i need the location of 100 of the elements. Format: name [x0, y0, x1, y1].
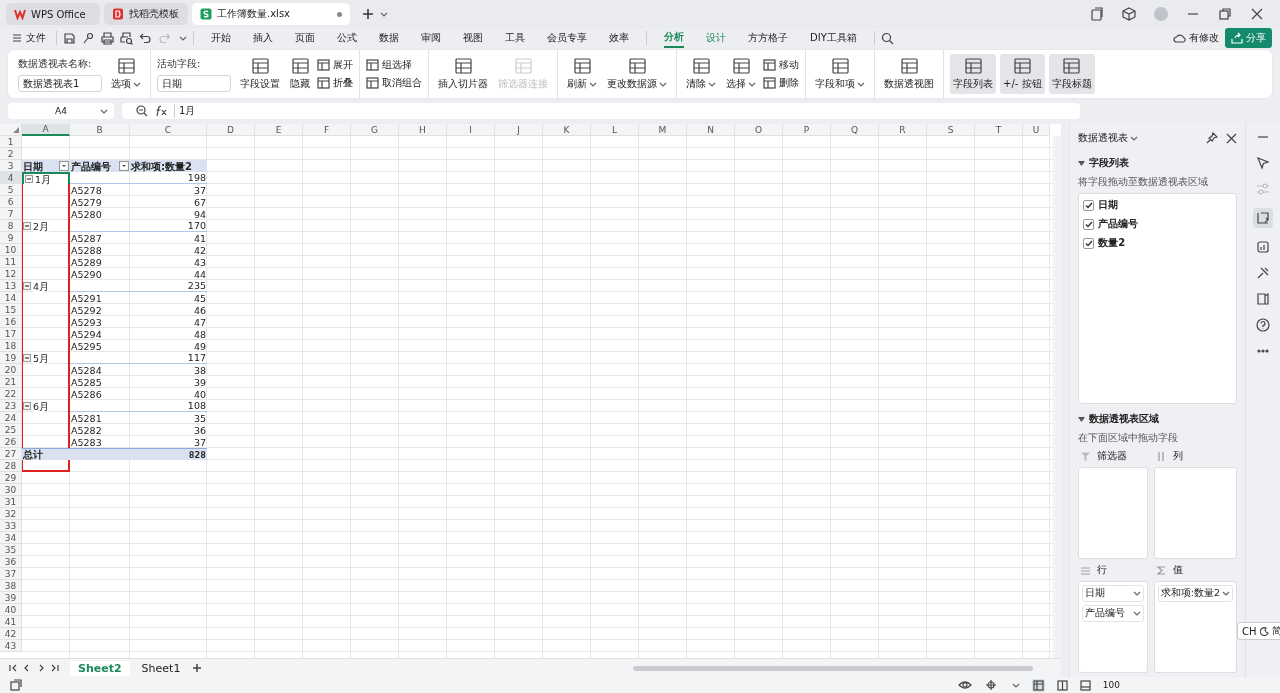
- ribbon-button[interactable]: 清除: [683, 54, 719, 94]
- menu-tab[interactable]: 方方格子: [748, 29, 788, 47]
- column-header[interactable]: K: [543, 124, 591, 136]
- ribbon-button[interactable]: 字段列表: [950, 54, 996, 94]
- column-header[interactable]: A: [22, 124, 70, 136]
- ribbon-button[interactable]: 选项: [108, 54, 144, 94]
- column-header[interactable]: G: [351, 124, 399, 136]
- sheet-tab[interactable]: Sheet2: [70, 660, 130, 676]
- ribbon-button[interactable]: 取消组合: [366, 76, 422, 90]
- menu-tab[interactable]: 工具: [505, 29, 525, 47]
- row-header[interactable]: 27: [0, 448, 22, 460]
- menu-tab[interactable]: 设计: [706, 29, 726, 47]
- formula-field[interactable]: 1月: [122, 103, 1080, 119]
- row-header[interactable]: 13: [0, 280, 22, 292]
- normal-view-button[interactable]: [1031, 678, 1045, 692]
- column-header[interactable]: U: [1023, 124, 1050, 136]
- ribbon-button[interactable]: 更改数据源: [604, 54, 670, 94]
- field-item[interactable]: 数量2: [1083, 236, 1233, 251]
- document-tab[interactable]: 工作簿数量.xlsx: [192, 3, 350, 25]
- sheet-tab[interactable]: Sheet1: [133, 660, 189, 676]
- column-header[interactable]: J: [495, 124, 543, 136]
- page-break-icon[interactable]: [1079, 679, 1091, 691]
- share-button[interactable]: 分享: [1225, 28, 1272, 48]
- row-header[interactable]: 25: [0, 424, 22, 436]
- column-header[interactable]: R: [879, 124, 927, 136]
- document-tab[interactable]: WPS Office: [6, 3, 100, 25]
- column-header[interactable]: M: [639, 124, 687, 136]
- row-header[interactable]: 18: [0, 340, 22, 352]
- ribbon-button[interactable]: 折叠: [317, 76, 353, 90]
- row-header[interactable]: 12: [0, 268, 22, 280]
- row-header[interactable]: 2: [0, 148, 22, 160]
- row-header[interactable]: 1: [0, 136, 22, 148]
- collapse-icon[interactable]: [23, 402, 31, 410]
- first-sheet-icon[interactable]: [8, 663, 18, 673]
- row-header[interactable]: 40: [0, 604, 22, 616]
- row-header[interactable]: 39: [0, 592, 22, 604]
- name-box[interactable]: A4: [8, 103, 114, 119]
- ribbon-button[interactable]: 字段设置: [237, 54, 283, 94]
- row-header[interactable]: 32: [0, 508, 22, 520]
- pin-icon[interactable]: [1206, 132, 1219, 145]
- row-header[interactable]: 4: [0, 172, 22, 184]
- column-header[interactable]: C: [130, 124, 207, 136]
- row-header[interactable]: 20: [0, 364, 22, 376]
- row-header[interactable]: 43: [0, 640, 22, 652]
- page-view-icon[interactable]: [1056, 679, 1068, 691]
- column-header[interactable]: I: [447, 124, 495, 136]
- row-header[interactable]: 34: [0, 532, 22, 544]
- plus-icon[interactable]: [362, 8, 374, 20]
- vertical-scrollbar[interactable]: [1053, 136, 1062, 658]
- row-header[interactable]: 29: [0, 472, 22, 484]
- row-header[interactable]: 17: [0, 328, 22, 340]
- row-header[interactable]: 23: [0, 400, 22, 412]
- row-header[interactable]: 35: [0, 544, 22, 556]
- horizontal-scrollbar[interactable]: [633, 665, 1034, 671]
- menu-tab[interactable]: 页面: [295, 29, 315, 47]
- add-sheet-icon[interactable]: [192, 663, 203, 673]
- checkbox[interactable]: [1083, 237, 1095, 249]
- row-header[interactable]: 6: [0, 196, 22, 208]
- menu-tab[interactable]: 开始: [211, 29, 231, 47]
- row-header[interactable]: 21: [0, 376, 22, 388]
- row-header[interactable]: 14: [0, 292, 22, 304]
- menu-tab[interactable]: 效率: [609, 29, 629, 47]
- macro-icon[interactable]: [10, 679, 22, 691]
- column-header[interactable]: D: [207, 124, 255, 136]
- ribbon-button[interactable]: 插入切片器: [435, 54, 491, 94]
- checkbox[interactable]: [1083, 218, 1095, 230]
- ribbon-button[interactable]: 删除: [763, 76, 799, 90]
- section-header[interactable]: 数据透视表区域: [1078, 412, 1238, 426]
- row-header[interactable]: 24: [0, 412, 22, 424]
- row-header[interactable]: 9: [0, 232, 22, 244]
- menu-tab[interactable]: 视图: [463, 29, 483, 47]
- field-item[interactable]: 日期: [1083, 198, 1233, 213]
- close-icon[interactable]: [1250, 7, 1264, 21]
- tools-icon[interactable]: [1256, 266, 1270, 280]
- ribbon-button[interactable]: 刷新: [564, 54, 600, 94]
- row-header[interactable]: 22: [0, 388, 22, 400]
- row-header[interactable]: 36: [0, 556, 22, 568]
- filter-dropdown-icon[interactable]: [59, 161, 69, 171]
- modified-status[interactable]: 有修改: [1173, 31, 1219, 45]
- collapse-icon[interactable]: [23, 222, 31, 230]
- text-field[interactable]: 日期: [157, 74, 231, 92]
- row-header[interactable]: 7: [0, 208, 22, 220]
- brush-icon[interactable]: [82, 31, 95, 45]
- ribbon-button[interactable]: 字段和项: [812, 54, 868, 94]
- row-header[interactable]: 26: [0, 436, 22, 448]
- pivot-tool-button[interactable]: [1253, 208, 1273, 228]
- column-header[interactable]: S: [927, 124, 975, 136]
- row-header[interactable]: 11: [0, 256, 22, 268]
- document-tab[interactable]: 找稻壳模板: [104, 3, 188, 25]
- menu-tab[interactable]: 会员专享: [547, 29, 587, 47]
- ribbon-button[interactable]: 展开: [317, 58, 353, 72]
- section-header[interactable]: 字段列表: [1078, 156, 1238, 171]
- menu-tab[interactable]: 审阅: [421, 29, 441, 47]
- ribbon-button[interactable]: 选择: [723, 54, 759, 94]
- help-icon[interactable]: [1256, 318, 1270, 332]
- restore-icon[interactable]: [1218, 7, 1232, 21]
- column-header[interactable]: O: [735, 124, 783, 136]
- column-header[interactable]: L: [591, 124, 639, 136]
- column-header[interactable]: P: [783, 124, 831, 136]
- print-preview-icon[interactable]: [120, 31, 133, 45]
